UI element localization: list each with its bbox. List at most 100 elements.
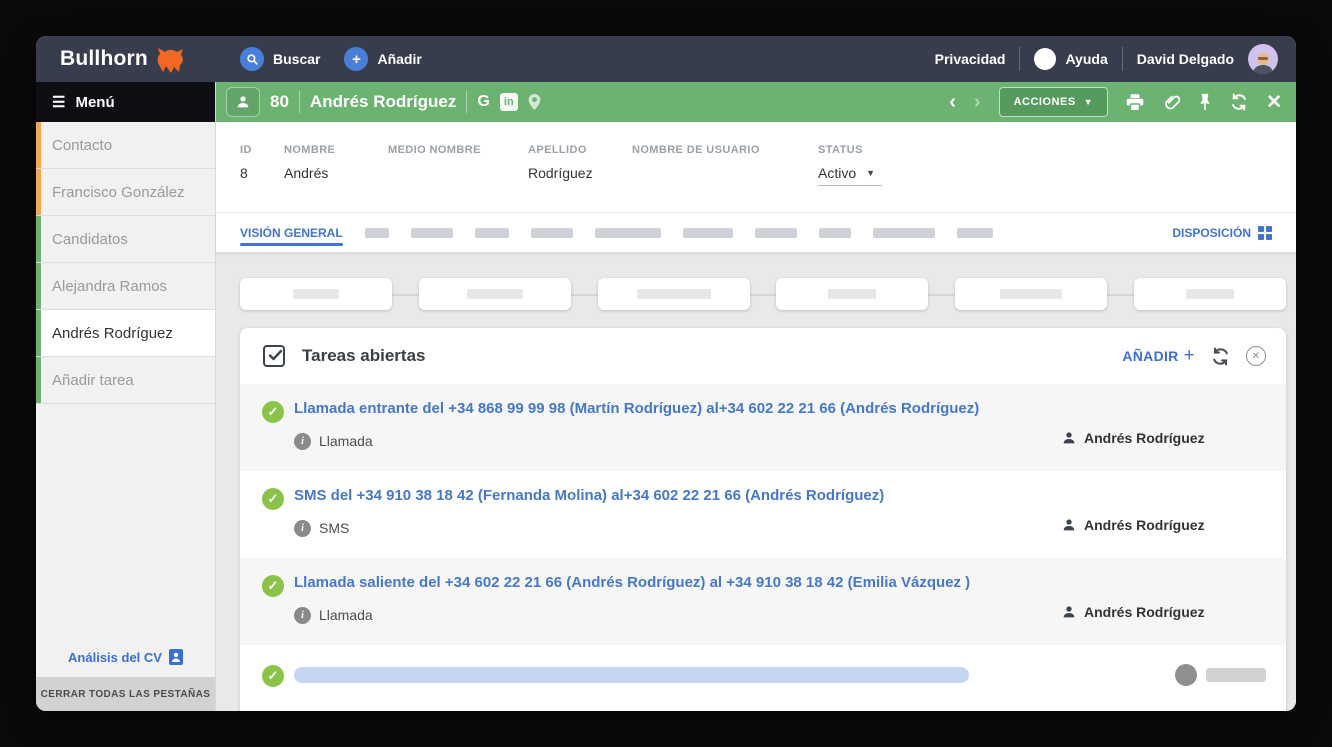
task-link[interactable]: Llamada saliente del +34 602 22 21 66 (A… — [294, 574, 1061, 593]
refresh-tasks-icon[interactable] — [1211, 347, 1230, 366]
sidebar-item-contacto[interactable]: Contacto — [36, 122, 215, 169]
bullhorn-logo-text: Bullhorn — [60, 47, 148, 71]
sidebar-spacer — [36, 404, 215, 637]
field-header-nombre: NOMBRE — [284, 144, 388, 156]
print-icon[interactable] — [1126, 94, 1144, 111]
tab-accent — [36, 216, 41, 262]
stepper-step[interactable] — [1134, 278, 1286, 310]
task-complete-icon[interactable]: ✓ — [262, 575, 284, 597]
close-card-icon[interactable]: ✕ — [1246, 346, 1266, 366]
field-header-status: STATUS — [818, 144, 882, 156]
tab-placeholder[interactable] — [595, 228, 661, 238]
task-complete-icon[interactable]: ✓ — [262, 665, 284, 687]
add-label: Añadir — [377, 51, 421, 67]
close-all-tabs-button[interactable]: CERRAR TODAS LAS PESTAÑAS — [36, 677, 215, 711]
record-fields: ID 8 NOMBRE Andrés MEDIO NOMBRE APELLIDO… — [216, 122, 1296, 212]
stepper-step[interactable] — [955, 278, 1107, 310]
grid-layout-icon — [1258, 226, 1272, 240]
sidebar-item-candidatos[interactable]: Candidatos — [36, 216, 215, 263]
info-icon: i — [294, 607, 311, 624]
field-header-usuario: NOMBRE DE USUARIO — [632, 144, 818, 156]
field-header-apellido: APELLIDO — [528, 144, 632, 156]
caret-down-icon: ▼ — [1084, 97, 1093, 107]
tab-placeholder[interactable] — [365, 228, 389, 238]
contact-record-icon[interactable] — [226, 87, 260, 117]
avatar-placeholder — [1175, 664, 1197, 686]
sidebar-item-alejandra-ramos[interactable]: Alejandra Ramos — [36, 263, 215, 310]
sidebar-item-francisco-gonzalez[interactable]: Francisco González — [36, 169, 215, 216]
hamburger-icon: ☰ — [52, 93, 65, 111]
task-link[interactable]: Llamada entrante del +34 868 99 99 98 (M… — [294, 400, 1061, 419]
tab-placeholder[interactable] — [531, 228, 573, 238]
task-complete-icon[interactable]: ✓ — [262, 488, 284, 510]
previous-record-icon[interactable]: ‹ — [949, 92, 956, 112]
task-owner-name: Andrés Rodríguez — [1084, 517, 1205, 533]
task-link[interactable]: SMS del +34 910 38 18 42 (Fernanda Molin… — [294, 487, 1061, 506]
sidebar-item-andres-rodriguez[interactable]: Andrés Rodríguez — [36, 310, 215, 357]
tab-vision-general[interactable]: VISIÓN GENERAL — [240, 214, 343, 252]
help-label: Ayuda — [1065, 51, 1107, 67]
close-record-icon[interactable]: ✕ — [1266, 93, 1282, 112]
field-value-apellido: Rodríguez — [528, 165, 632, 181]
add-task-button[interactable]: AÑADIR + — [1122, 345, 1195, 367]
menu-label: Menú — [75, 94, 114, 111]
tab-placeholder[interactable] — [957, 228, 993, 238]
tab-placeholder[interactable] — [411, 228, 453, 238]
user-name[interactable]: David Delgado — [1137, 51, 1234, 67]
help-link[interactable]: Ayuda — [1034, 48, 1107, 70]
divider — [466, 91, 467, 113]
cv-link-label: Análisis del CV — [68, 650, 162, 665]
sidebar-item-anadir-tarea[interactable]: Añadir tarea — [36, 357, 215, 404]
task-row: ✓ SMS del +34 910 38 18 42 (Fernanda Mol… — [240, 471, 1286, 558]
open-tasks-title: Tareas abiertas — [302, 346, 425, 366]
tab-accent — [36, 357, 41, 403]
refresh-icon[interactable] — [1230, 93, 1248, 111]
checkbox-check-icon — [262, 343, 288, 369]
link-icon[interactable] — [1162, 93, 1180, 111]
next-record-icon[interactable]: › — [974, 92, 981, 112]
google-search-icon[interactable]: G — [477, 93, 489, 111]
tab-placeholder[interactable] — [873, 228, 935, 238]
user-avatar[interactable] — [1248, 44, 1278, 74]
privacy-link[interactable]: Privacidad — [935, 51, 1006, 67]
add-button[interactable]: + Añadir — [344, 47, 421, 71]
disposition-button[interactable]: DISPOSICIÓN — [1172, 226, 1272, 240]
tab-active-underline — [240, 243, 343, 246]
linkedin-icon[interactable]: in — [500, 93, 518, 111]
record-header-bar: 80 Andrés Rodríguez G in ‹ › ACCIONES ▼ — [216, 82, 1296, 122]
divider — [1122, 47, 1123, 71]
sidebar-item-label: Añadir tarea — [52, 372, 134, 389]
bullhorn-logo: Bullhorn — [36, 44, 216, 74]
divider — [299, 91, 300, 113]
person-icon — [1061, 430, 1077, 446]
status-dropdown[interactable]: Activo ▼ — [818, 165, 882, 186]
help-icon — [1034, 48, 1056, 70]
tab-accent — [36, 263, 41, 309]
search-label: Buscar — [273, 51, 320, 67]
tab-label: VISIÓN GENERAL — [240, 226, 343, 240]
stepper-step[interactable] — [419, 278, 571, 310]
pin-icon[interactable] — [1198, 93, 1212, 111]
tab-placeholder[interactable] — [475, 228, 509, 238]
tab-placeholder[interactable] — [755, 228, 797, 238]
tab-placeholder[interactable] — [683, 228, 733, 238]
stepper-step[interactable] — [240, 278, 392, 310]
sidebar-item-label: Francisco González — [52, 184, 185, 201]
actions-label: ACCIONES — [1014, 96, 1076, 108]
task-row: ✓ Llamada saliente del +34 602 22 21 66 … — [240, 558, 1286, 645]
cv-analysis-link[interactable]: Análisis del CV — [36, 637, 215, 677]
sidebar-item-label: Alejandra Ramos — [52, 278, 167, 295]
tab-placeholder[interactable] — [819, 228, 851, 238]
actions-dropdown[interactable]: ACCIONES ▼ — [999, 87, 1108, 117]
sidebar-item-label: Contacto — [52, 137, 112, 154]
task-row-loading: ✓ — [240, 645, 1286, 705]
owner-name-placeholder — [1206, 668, 1266, 682]
stepper-step[interactable] — [598, 278, 750, 310]
sidebar: ☰ Menú Contacto Francisco González Candi… — [36, 82, 216, 711]
search-button[interactable]: Buscar — [240, 47, 320, 71]
location-pin-icon[interactable] — [528, 94, 541, 110]
task-complete-icon[interactable]: ✓ — [262, 401, 284, 423]
record-panel: 80 Andrés Rodríguez G in ‹ › ACCIONES ▼ — [216, 82, 1296, 711]
stepper-step[interactable] — [776, 278, 928, 310]
menu-toggle[interactable]: ☰ Menú — [36, 82, 215, 122]
